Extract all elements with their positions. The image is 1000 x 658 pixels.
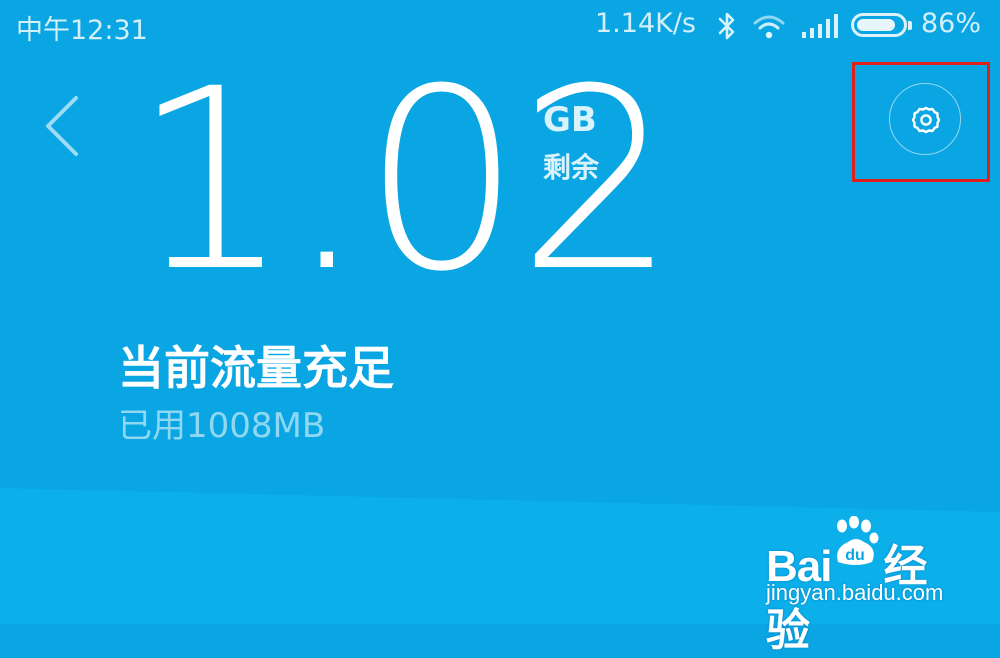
battery-icon xyxy=(851,13,912,37)
remaining-unit: GB xyxy=(543,100,597,140)
battery-level-fill xyxy=(857,19,895,31)
signal-icon xyxy=(802,14,838,38)
watermark-url: jingyan.baidu.com xyxy=(766,580,944,605)
baidu-jingyan-watermark: du Bai 经验 jingyan.baidu.com xyxy=(766,516,966,655)
battery-percent: 86% xyxy=(921,8,982,39)
wifi-icon xyxy=(753,15,785,39)
remaining-label: 剩余 xyxy=(543,151,600,184)
bluetooth-icon xyxy=(718,12,735,40)
data-status-title: 当前流量充足 xyxy=(118,341,394,395)
chevron-left-icon xyxy=(46,96,78,156)
gear-icon xyxy=(911,106,941,134)
battery-terminal xyxy=(908,21,912,30)
status-time: 中午12:31 xyxy=(16,15,148,46)
data-used-text: 已用1008MB xyxy=(118,406,326,446)
back-button[interactable] xyxy=(30,90,90,160)
settings-button[interactable] xyxy=(889,83,961,155)
